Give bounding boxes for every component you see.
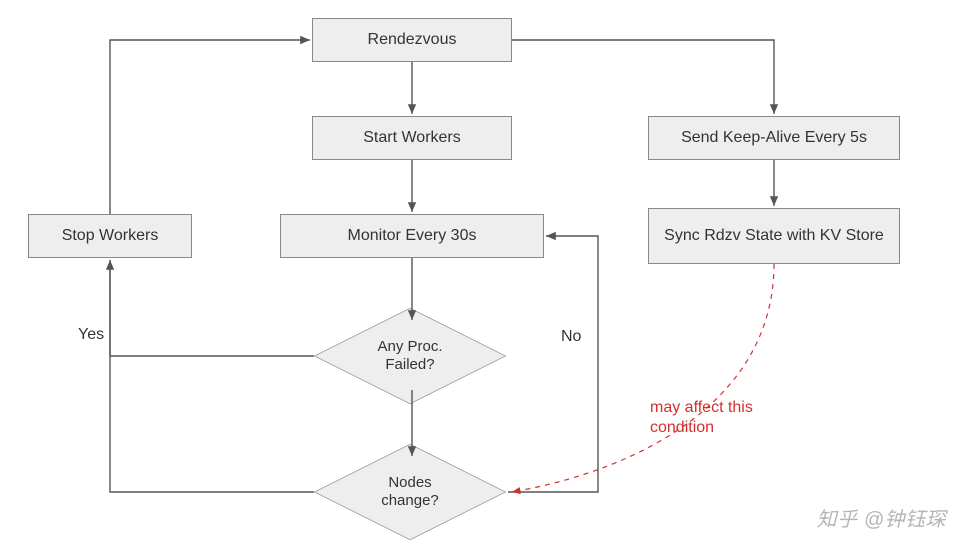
nodes-change-label: Nodes change? bbox=[342, 424, 478, 540]
watermark-text: 知乎 @钟钰琛 bbox=[817, 503, 946, 532]
start-workers-box: Start Workers bbox=[312, 116, 512, 160]
monitor-box: Monitor Every 30s bbox=[280, 214, 544, 258]
no-label: No bbox=[561, 328, 581, 346]
any-proc-failed-decision: Any Proc. Failed? bbox=[342, 288, 478, 424]
sync-state-box: Sync Rdzv State with KV Store bbox=[648, 208, 900, 264]
yes-label: Yes bbox=[78, 326, 104, 344]
rendezvous-box: Rendezvous bbox=[312, 18, 512, 62]
keepalive-box: Send Keep-Alive Every 5s bbox=[648, 116, 900, 160]
affect-condition-note: may affect this condition bbox=[650, 398, 810, 438]
nodes-change-decision: Nodes change? bbox=[342, 424, 478, 540]
any-proc-failed-label: Any Proc. Failed? bbox=[342, 288, 478, 424]
arrows-layer bbox=[0, 0, 960, 540]
stop-workers-box: Stop Workers bbox=[28, 214, 192, 258]
